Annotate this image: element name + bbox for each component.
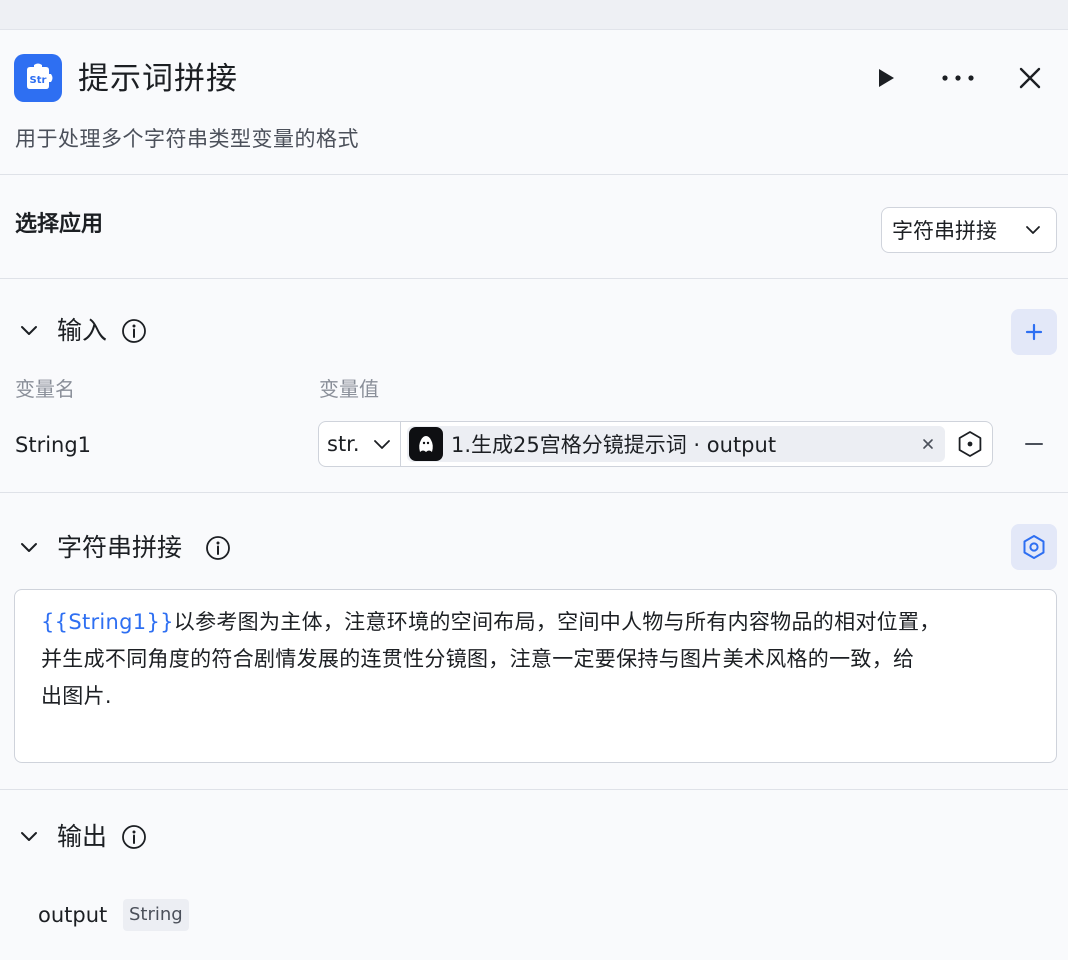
app-select[interactable]: 字符串拼接	[881, 207, 1057, 253]
bot-avatar-icon	[409, 427, 443, 461]
collapse-input-chevron-icon[interactable]	[18, 320, 40, 342]
reference-picker-icon[interactable]	[956, 430, 984, 458]
variable-type-value: str.	[327, 432, 360, 456]
concat-settings-button[interactable]	[1011, 524, 1057, 570]
divider	[0, 492, 1068, 493]
node-description: 用于处理多个字符串类型变量的格式	[15, 127, 359, 151]
collapse-output-chevron-icon[interactable]	[18, 826, 40, 848]
column-header-name: 变量名	[15, 377, 75, 401]
chevron-down-icon	[1026, 226, 1040, 234]
info-icon[interactable]	[205, 535, 231, 561]
close-icon	[1019, 67, 1041, 89]
play-icon	[879, 69, 894, 87]
concat-section-title: 字符串拼接	[57, 533, 183, 562]
close-icon	[923, 439, 933, 449]
chevron-down-icon	[374, 440, 390, 449]
variable-type-select[interactable]: str.	[319, 422, 401, 466]
add-variable-button[interactable]	[1011, 309, 1057, 355]
node-title: 提示词拼接	[78, 61, 238, 97]
output-type-badge: String	[123, 899, 189, 931]
variable-value-field: str. 1.生成25宫格分镜提示词 · output	[318, 421, 993, 467]
divider	[0, 174, 1068, 175]
variable-name: String1	[15, 433, 92, 457]
select-app-label: 选择应用	[15, 212, 104, 237]
input-section-title: 输入	[57, 316, 108, 345]
app-select-value: 字符串拼接	[892, 219, 997, 243]
collapse-concat-chevron-icon[interactable]	[18, 537, 40, 559]
template-text: 以参考图为主体，注意环境的空间布局，空间中人物与所有内容物品的相对位置，	[173, 610, 941, 634]
template-variable: {{String1}}	[41, 610, 174, 634]
info-icon[interactable]	[121, 318, 147, 344]
template-textarea[interactable]: {{String1}}以参考图为主体，注意环境的空间布局，空间中人物与所有内容物…	[14, 589, 1057, 763]
node-config-panel: Str 提示词拼接 用于处理多个字符串类型变量的格式 选择应用 字符串拼接 输入	[0, 0, 1068, 960]
gear-icon	[1023, 535, 1045, 559]
template-line: 并生成不同角度的符合剧情发展的连贯性分镜图，注意一定要保持与图片美术风格的一致，…	[41, 647, 915, 671]
template-line: {{String1}}以参考图为主体，注意环境的空间布局，空间中人物与所有内容物…	[41, 604, 1030, 641]
string-node-icon: Str	[14, 54, 62, 102]
column-header-value: 变量值	[319, 377, 379, 401]
remove-variable-button[interactable]	[1020, 432, 1048, 456]
output-section-title: 输出	[57, 822, 108, 851]
variable-reference-text: 1.生成25宫格分镜提示词 · output	[451, 433, 777, 457]
template-line: 出图片.	[41, 684, 112, 708]
output-variable-name: output	[38, 903, 108, 927]
run-button[interactable]	[864, 58, 908, 98]
divider	[0, 789, 1068, 790]
more-button[interactable]	[936, 58, 980, 98]
node-icon-text: Str	[30, 75, 47, 86]
more-icon	[942, 75, 974, 81]
divider	[0, 278, 1068, 279]
info-icon[interactable]	[121, 824, 147, 850]
plus-icon	[1025, 323, 1043, 341]
top-strip	[0, 0, 1068, 30]
variable-reference-chip[interactable]: 1.生成25宫格分镜提示词 · output	[407, 426, 945, 462]
close-button[interactable]	[1008, 58, 1052, 98]
clear-reference-button[interactable]	[917, 432, 939, 456]
minus-icon	[1025, 443, 1043, 445]
